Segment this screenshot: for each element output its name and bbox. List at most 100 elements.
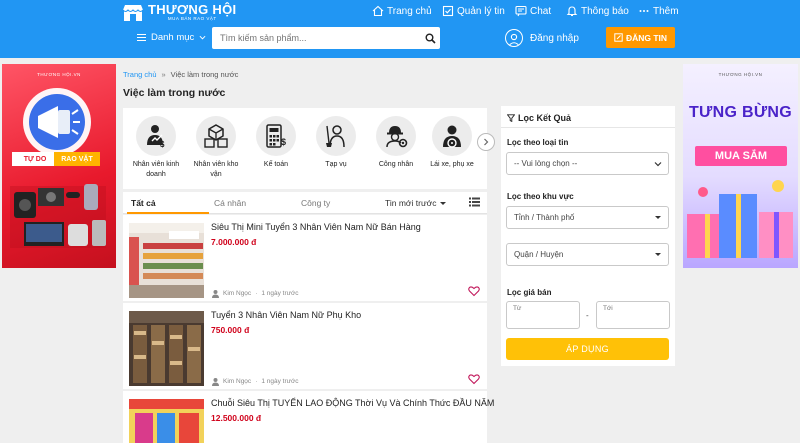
listing-title[interactable]: Chuỗi Siêu Thị TUYỂN LAO ĐỘNG Thời Vụ Và… (211, 398, 494, 408)
driver-icon (443, 125, 461, 148)
svg-text:$: $ (160, 140, 165, 149)
category-label: doanh (146, 171, 166, 178)
category-accounting[interactable]: $ Kế toán (245, 116, 307, 170)
filter-panel: Lọc Kết Quả Lọc theo loại tin -- Vui lòn… (501, 106, 675, 366)
bell-icon (566, 6, 578, 17)
listing-user: Kim Ngọc (223, 378, 252, 385)
filter-funnel-icon (507, 114, 515, 122)
search-input[interactable] (212, 28, 420, 48)
user-icon (212, 290, 219, 298)
category-menu-button[interactable]: Danh mục (137, 32, 206, 43)
listing-price: 750.000 đ (211, 325, 250, 335)
category-label: Công nhân (378, 161, 414, 168)
breadcrumb-home[interactable]: Trang chủ (123, 70, 157, 79)
category-drivers[interactable]: Lái xe, phụ xe (421, 116, 483, 170)
district-value: Quận / Huyện (514, 250, 564, 259)
listing-item[interactable]: Siêu Thị Mini Tuyển 3 Nhân Viên Nam Nữ B… (123, 215, 487, 301)
edit-icon (614, 33, 623, 42)
tab-personal[interactable]: Cá nhân (214, 198, 246, 208)
category-sales[interactable]: $ Nhân viên kinh doanh (125, 116, 187, 180)
listing-user: Kim Ngọc (223, 290, 252, 297)
breadcrumb: Trang chủ » Việc làm trong nước (123, 70, 238, 79)
listing-meta: Kim Ngọc · 1 ngày trước (211, 377, 299, 386)
chevron-down-icon (199, 35, 206, 40)
search-box (212, 27, 440, 49)
breadcrumb-current: Việc làm trong nước (170, 70, 239, 79)
tab-company[interactable]: Công ty (301, 198, 330, 208)
listing-meta: Kim Ngọc · 1 ngày trước (211, 289, 299, 298)
listing-item[interactable]: Tuyển 3 Nhân Viên Nam Nữ Phụ Kho 750.000… (123, 303, 487, 389)
district-select[interactable]: Quận / Huyện (506, 243, 669, 266)
heart-icon[interactable] (468, 285, 480, 297)
manage-icon (442, 5, 454, 17)
listing-price: 12.500.000 đ (211, 413, 262, 423)
price-from-field (506, 301, 580, 329)
price-to-input[interactable] (597, 302, 669, 315)
chevron-down-icon (654, 162, 662, 167)
nav-more[interactable]: Thêm (638, 5, 679, 17)
breadcrumb-separator: » (161, 70, 166, 79)
nav-home[interactable]: Trang chủ (372, 5, 432, 17)
tab-all[interactable]: Tất cả (131, 198, 156, 208)
listing-item[interactable]: Chuỗi Siêu Thị TUYỂN LAO ĐỘNG Thời Vụ Và… (123, 391, 494, 443)
post-listing-button[interactable]: ĐĂNG TIN (606, 27, 675, 48)
caret-down-icon (655, 216, 661, 219)
chevron-right-icon (484, 138, 489, 146)
listing-thumbnail[interactable] (129, 223, 204, 298)
post-listing-label: ĐĂNG TIN (625, 32, 668, 43)
price-from-input[interactable] (507, 302, 579, 315)
calculator-icon: $ (266, 124, 286, 148)
caret-down-icon (655, 253, 661, 256)
listing-title[interactable]: Tuyển 3 Nhân Viên Nam Nữ Phụ Kho (211, 310, 361, 320)
province-select[interactable]: Tỉnh / Thành phố (506, 206, 669, 229)
shop-logo-icon (122, 4, 144, 21)
category-carousel: $ Nhân viên kinh doanh Nhân viên kho vận $… (123, 108, 495, 189)
banner-tag-2: RAO VẶT (54, 152, 100, 166)
category-workers[interactable]: Công nhân (365, 116, 427, 170)
svg-text:$: $ (281, 137, 286, 147)
sales-icon: $ (147, 125, 165, 149)
listing-thumbnail[interactable] (129, 311, 204, 386)
category-label: Nhân viên kho (193, 161, 239, 168)
sort-dropdown[interactable]: Tin mới trước (385, 198, 447, 208)
home-icon (372, 5, 384, 17)
listing-tabs: Tất cả Cá nhân Công ty Tin mới trước (123, 192, 487, 214)
nav-home-label: Trang chủ (387, 5, 432, 17)
carousel-next-button[interactable] (477, 133, 495, 151)
nav-chat-label: Chat (530, 5, 552, 17)
nav-chat[interactable]: Chat (515, 5, 551, 17)
user-icon (212, 378, 219, 386)
category-cleaning[interactable]: Tạp vụ (305, 116, 367, 170)
active-tab-indicator (127, 212, 209, 214)
list-view-icon[interactable] (469, 197, 480, 207)
logo[interactable]: THƯƠNG HỘI MUA BÁN RAO VẶT (122, 3, 236, 22)
caret-down-icon (440, 201, 447, 205)
price-range-dash: - (586, 311, 589, 320)
listing-time: 1 ngày trước (261, 290, 299, 297)
filter-heading: Lọc Kết Quả (507, 113, 571, 123)
nav-notifications[interactable]: Thông báo (566, 5, 629, 17)
apply-filter-button[interactable]: ÁP DỤNG (506, 338, 669, 360)
listing-title[interactable]: Siêu Thị Mini Tuyển 3 Nhân Viên Nam Nữ B… (211, 222, 421, 232)
category-warehouse[interactable]: Nhân viên kho vận (185, 116, 247, 180)
nav-manage[interactable]: Quản lý tin (442, 5, 505, 17)
listing-thumbnail[interactable] (129, 399, 204, 443)
logo-title: THƯƠNG HỘI (148, 2, 237, 17)
filter-price-label: Lọc giá bán (507, 288, 552, 297)
login-button[interactable]: Đăng nhập (505, 29, 579, 47)
user-avatar-icon (505, 29, 523, 47)
header: THƯƠNG HỘI MUA BÁN RAO VẶT Trang chủ Quả… (0, 0, 800, 58)
nav-more-label: Thêm (653, 5, 679, 17)
search-button[interactable] (420, 28, 440, 48)
listing-time: 1 ngày trước (261, 378, 299, 385)
sort-label: Tin mới trước (385, 198, 437, 208)
page-title: Việc làm trong nước (123, 87, 226, 99)
worker-icon (386, 126, 408, 148)
heart-icon[interactable] (468, 373, 480, 385)
filter-type-select[interactable]: -- Vui lòng chọn -- (506, 152, 669, 175)
gift-boxes-illustration (687, 180, 793, 258)
left-ad-banner[interactable]: THƯƠNG HỘI.VN TỰ DO RAO VẶT (2, 64, 116, 268)
banner-tag-1: TỰ DO (12, 152, 58, 166)
right-ad-banner[interactable]: THƯƠNG HỘI.VN TƯNG BỪNG MUA SẮM (683, 64, 798, 268)
filter-type-label: Lọc theo loại tin (507, 138, 569, 147)
